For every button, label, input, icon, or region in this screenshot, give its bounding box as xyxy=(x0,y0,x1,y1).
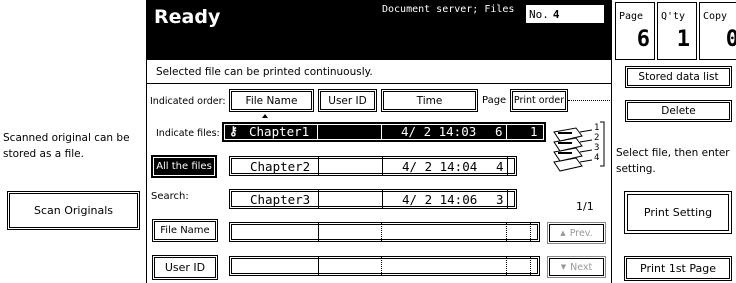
print-first-page-button[interactable]: Print 1st Page xyxy=(624,256,732,281)
stored-data-list-button[interactable]: Stored data list xyxy=(625,66,732,88)
delete-button[interactable]: Delete xyxy=(625,100,732,122)
col-divider xyxy=(318,223,319,241)
context-label: Document server; Files xyxy=(382,4,515,15)
counter-copy: Copy 0 xyxy=(699,2,736,60)
sort-time-button[interactable]: Time xyxy=(381,89,478,112)
counter-copy-label: Copy xyxy=(703,11,728,22)
file-number-box: No. 4 xyxy=(525,4,605,24)
status-title: Ready xyxy=(154,6,221,28)
stack-number: 4 xyxy=(594,153,600,163)
sort-print-order-button[interactable]: Print order xyxy=(510,89,568,112)
sort-user-id-button[interactable]: User ID xyxy=(318,89,377,112)
file-row-3[interactable]: Chapter3 4/ 2 14:06 3 xyxy=(229,189,517,209)
col-divider xyxy=(382,157,383,175)
row-print-order: 1 xyxy=(530,124,538,139)
row-page: 4 xyxy=(496,159,504,174)
up-triangle-icon: ▲ xyxy=(560,229,566,237)
col-divider xyxy=(381,257,382,275)
search-file-name-button[interactable]: File Name xyxy=(152,219,218,242)
col-divider xyxy=(507,190,508,208)
row-page: 3 xyxy=(496,192,504,207)
scan-originals-button[interactable]: Scan Originals xyxy=(7,191,140,230)
row-time: 4/ 2 14:06 xyxy=(402,192,478,207)
row-time: 4/ 2 14:04 xyxy=(402,159,478,174)
document-stack-icon: 1 2 3 4 xyxy=(550,118,608,180)
down-triangle-icon: ▼ xyxy=(560,263,567,271)
row-time: 4/ 2 14:03 xyxy=(401,124,477,139)
file-number-label: No. xyxy=(529,7,549,21)
counter-qty-value: 1 xyxy=(676,27,690,52)
counter-page: Page 6 xyxy=(615,2,655,60)
row-page: 6 xyxy=(495,124,503,139)
counter-page-value: 6 xyxy=(636,27,650,52)
info-divider xyxy=(147,83,611,84)
lock-icon: ⚷ xyxy=(229,124,238,138)
empty-row xyxy=(229,256,540,276)
empty-row xyxy=(229,222,540,242)
stack-number: 2 xyxy=(594,133,600,143)
row-file-name: Chapter1 xyxy=(249,124,310,139)
instruction-text: Select file, then enter setting. xyxy=(616,147,730,175)
col-divider xyxy=(317,125,318,139)
indicate-files-label: Indicate files: xyxy=(156,128,220,139)
print-setting-button[interactable]: Print Setting xyxy=(624,191,732,234)
print-order-bracket xyxy=(568,100,612,112)
right-divider xyxy=(611,0,612,283)
file-row-2[interactable]: Chapter2 4/ 2 14:04 4 xyxy=(229,156,517,176)
prev-label: Prev. xyxy=(569,227,593,239)
counter-copy-value: 0 xyxy=(726,27,736,52)
sort-file-name-button[interactable]: File Name xyxy=(229,89,314,112)
col-divider xyxy=(506,223,507,241)
all-files-button[interactable]: All the files xyxy=(151,155,217,178)
col-divider xyxy=(530,257,531,275)
counter-page-label: Page xyxy=(619,11,644,22)
col-divider xyxy=(530,223,531,241)
counter-qty-label: Q'ty xyxy=(661,11,686,22)
col-divider xyxy=(318,157,319,175)
col-divider xyxy=(506,125,507,139)
prev-button[interactable]: ▲ Prev. xyxy=(547,222,606,244)
col-divider xyxy=(318,190,319,208)
col-divider xyxy=(382,190,383,208)
left-divider xyxy=(146,0,147,283)
col-divider xyxy=(507,157,508,175)
file-number-value: 4 xyxy=(552,7,560,21)
next-button[interactable]: ▼ Next xyxy=(547,256,606,278)
counter-qty: Q'ty 1 xyxy=(657,2,697,60)
col-divider xyxy=(381,223,382,241)
stack-number: 3 xyxy=(594,143,600,153)
search-user-id-button[interactable]: User ID xyxy=(152,255,218,280)
row-file-name: Chapter2 xyxy=(250,159,311,174)
col-divider xyxy=(506,257,507,275)
next-label: Next xyxy=(570,261,593,273)
row-file-name: Chapter3 xyxy=(250,192,311,207)
scan-description: Scanned original can be stored as a file… xyxy=(3,132,130,160)
stack-number: 1 xyxy=(594,123,600,133)
column-page-label: Page xyxy=(482,95,507,106)
info-text: Selected file can be printed continuousl… xyxy=(156,66,373,78)
search-label: Search: xyxy=(151,191,189,202)
col-divider xyxy=(381,125,382,139)
col-divider xyxy=(318,257,319,275)
file-row-1[interactable]: ⚷ Chapter1 4/ 2 14:03 6 1 xyxy=(222,122,546,142)
indicated-order-label: Indicated order: xyxy=(150,96,226,107)
page-indicator: 1/1 xyxy=(576,200,594,213)
sort-indicator-icon xyxy=(262,114,268,118)
